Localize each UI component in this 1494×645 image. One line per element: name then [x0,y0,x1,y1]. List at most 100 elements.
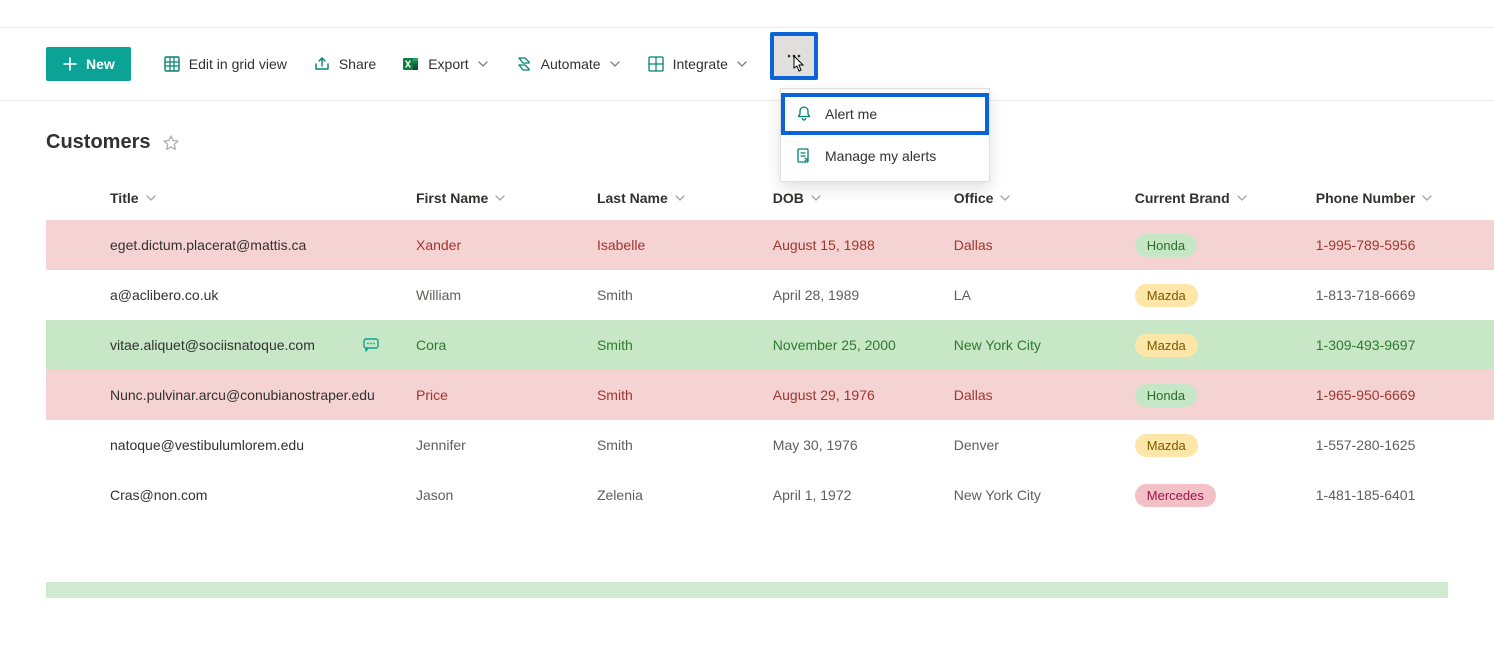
more-actions-button[interactable] [770,32,818,80]
comment-icon[interactable] [362,336,380,354]
row-office: LA [946,270,1127,320]
table-row[interactable]: Cras@non.com JasonZeleniaApril 1, 1972New… [46,470,1494,520]
row-brand: Mercedes [1127,470,1308,520]
new-button-label: New [86,56,115,72]
alert-me-menu-item[interactable]: Alert me [781,93,989,135]
row-brand: Mazda [1127,420,1308,470]
table-row[interactable]: natoque@vestibulumlorem.edu JenniferSmith… [46,420,1494,470]
row-dob: November 25, 2000 [765,320,946,370]
row-dob: April 1, 1972 [765,470,946,520]
page-title: Customers [46,131,150,154]
row-title[interactable]: vitae.aliquet@sociisnatoque.com [110,337,315,353]
col-dob-label: DOB [773,190,804,206]
table-row[interactable]: Nunc.pulvinar.arcu@conubianostraper.edu P… [46,370,1494,420]
row-phone: 1-965-950-6669 [1308,370,1494,420]
row-last-name: Smith [589,370,765,420]
automate-button[interactable]: Automate [505,48,631,80]
row-title[interactable]: natoque@vestibulumlorem.edu [110,437,304,453]
row-office: New York City [946,320,1127,370]
chevron-down-icon [999,192,1011,204]
manage-alerts-menu-item[interactable]: Manage my alerts [781,135,989,177]
alert-me-label: Alert me [825,106,877,122]
chevron-down-icon [145,192,157,204]
automate-label: Automate [541,56,601,72]
export-label: Export [428,56,468,72]
col-last-name[interactable]: Last Name [589,178,765,220]
row-first-name: Jason [408,470,589,520]
row-brand: Mazda [1127,320,1308,370]
row-dob: August 15, 1988 [765,220,946,270]
row-brand: Honda [1127,370,1308,420]
row-phone: 1-813-718-6669 [1308,270,1494,320]
row-office: Denver [946,420,1127,470]
row-last-name: Isabelle [589,220,765,270]
row-title[interactable]: Cras@non.com [110,487,207,503]
share-label: Share [339,56,376,72]
row-last-name: Zelenia [589,470,765,520]
row-dob: May 30, 1976 [765,420,946,470]
col-brand-label: Current Brand [1135,190,1230,206]
chevron-down-icon [477,58,489,70]
row-first-name: William [408,270,589,320]
chevron-down-icon [810,192,822,204]
more-actions-menu: Alert me Manage my alerts [780,88,990,182]
excel-icon [402,55,420,73]
row-office: Dallas [946,370,1127,420]
col-office-label: Office [954,190,994,206]
row-phone: 1-995-789-5956 [1308,220,1494,270]
row-last-name: Smith [589,420,765,470]
row-title[interactable]: eget.dictum.placerat@mattis.ca [110,237,306,253]
brand-tag: Honda [1135,234,1197,257]
table-row[interactable]: vitae.aliquet@sociisnatoque.comCoraSmith… [46,320,1494,370]
row-last-name: Smith [589,270,765,320]
brand-tag: Mazda [1135,334,1198,357]
brand-tag: Mazda [1135,434,1198,457]
col-dob[interactable]: DOB [765,178,946,220]
table-row[interactable]: a@aclibero.co.uk WilliamSmithApril 28, 19… [46,270,1494,320]
row-title[interactable]: a@aclibero.co.uk [110,287,218,303]
row-brand: Honda [1127,220,1308,270]
export-button[interactable]: Export [392,48,498,80]
star-outline-icon[interactable] [162,134,180,152]
integrate-icon [647,55,665,73]
command-bar: New Edit in grid view Share Export [0,28,1494,101]
share-icon [313,55,331,73]
col-title[interactable]: Title [46,178,408,220]
col-first-name[interactable]: First Name [408,178,589,220]
share-button[interactable]: Share [303,48,386,80]
grid-icon [163,55,181,73]
chevron-down-icon [1236,192,1248,204]
list-header: Customers [0,101,1494,178]
table-row[interactable]: eget.dictum.placerat@mattis.caXanderIsab… [46,220,1494,270]
integrate-label: Integrate [673,56,728,72]
row-phone: 1-309-493-9697 [1308,320,1494,370]
row-dob: April 28, 1989 [765,270,946,320]
col-phone[interactable]: Phone Number [1308,178,1494,220]
col-last-name-label: Last Name [597,190,668,206]
row-first-name: Price [408,370,589,420]
row-office: New York City [946,470,1127,520]
plus-icon [62,56,78,72]
chevron-down-icon [1421,192,1433,204]
row-first-name: Jennifer [408,420,589,470]
chevron-down-icon [494,192,506,204]
brand-tag: Mercedes [1135,484,1216,507]
edit-grid-button[interactable]: Edit in grid view [153,48,297,80]
chevron-down-icon [609,58,621,70]
col-brand[interactable]: Current Brand [1127,178,1308,220]
top-divider [0,0,1494,28]
col-office[interactable]: Office [946,178,1127,220]
row-brand: Mazda [1127,270,1308,320]
col-phone-label: Phone Number [1316,190,1416,206]
bell-icon [795,105,813,123]
new-button[interactable]: New [46,47,131,81]
brand-tag: Honda [1135,384,1197,407]
more-horizontal-icon [785,47,803,65]
row-phone: 1-557-280-1625 [1308,420,1494,470]
integrate-button[interactable]: Integrate [637,48,758,80]
manage-alerts-label: Manage my alerts [825,148,936,164]
row-office: Dallas [946,220,1127,270]
col-title-label: Title [110,190,139,206]
row-title[interactable]: Nunc.pulvinar.arcu@conubianostraper.edu [110,387,375,403]
edit-grid-label: Edit in grid view [189,56,287,72]
